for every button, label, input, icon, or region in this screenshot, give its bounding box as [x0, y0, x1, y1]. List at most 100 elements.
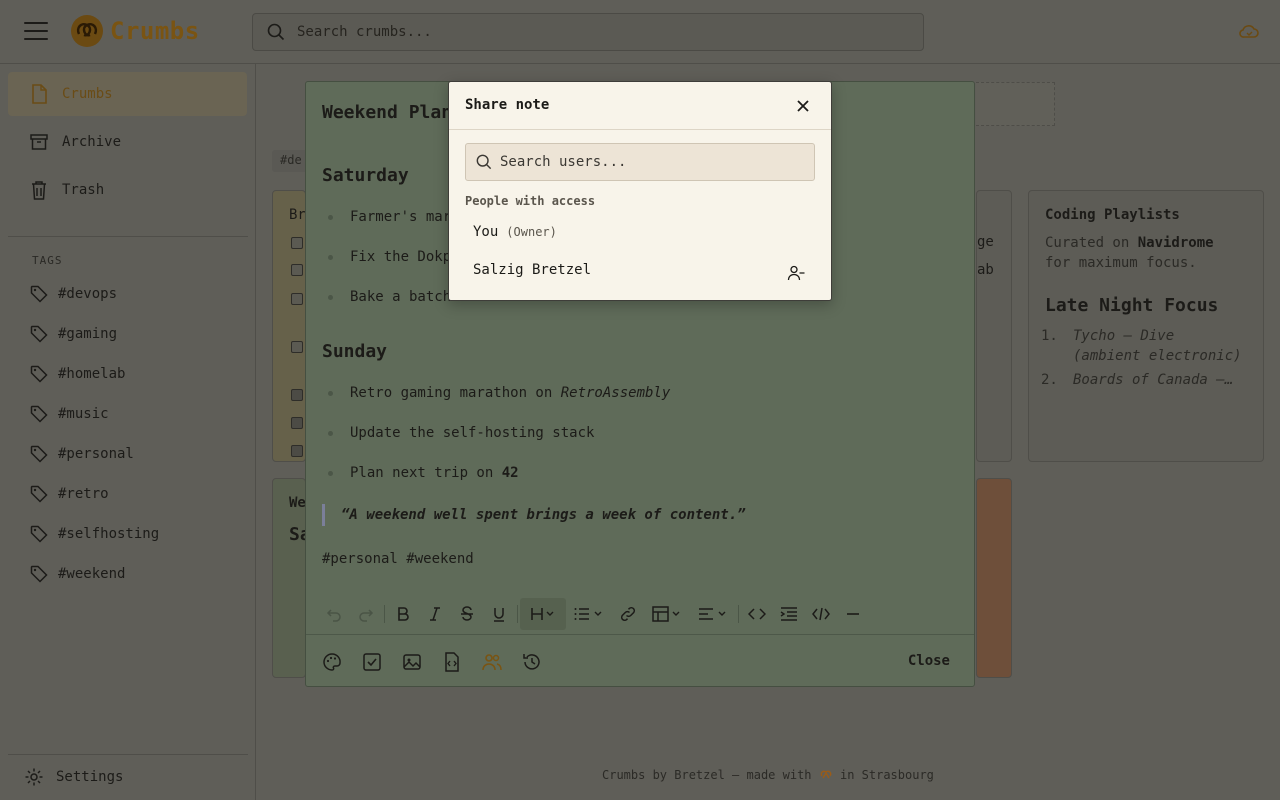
strikethrough-button[interactable]: [451, 598, 483, 630]
checkbox[interactable]: [291, 264, 303, 276]
align-dropdown[interactable]: [690, 598, 736, 630]
undo-button[interactable]: [318, 598, 350, 630]
sidebar-tag-homelab[interactable]: #homelab: [30, 365, 125, 383]
sidebar-tag-devops[interactable]: #devops: [30, 285, 117, 303]
search-input[interactable]: [297, 24, 877, 40]
sidebar-item-trash[interactable]: Trash: [8, 168, 247, 212]
cloud-sync-icon[interactable]: [1238, 22, 1260, 42]
new-note-input[interactable]: [976, 82, 1055, 126]
sidebar-tag-music[interactable]: #music: [30, 405, 109, 423]
sidebar-tag-gaming[interactable]: #gaming: [30, 325, 117, 343]
tag-label: #weekend: [58, 566, 126, 582]
access-section-label: People with access: [465, 194, 596, 208]
checkbox[interactable]: [291, 293, 303, 305]
palette-icon[interactable]: [322, 652, 342, 672]
heading-icon: [531, 608, 554, 620]
sidebar-item-label: Crumbs: [62, 86, 113, 102]
checkbox[interactable]: [291, 389, 303, 401]
user-search-field[interactable]: [465, 143, 815, 181]
note-card[interactable]: ge ab: [976, 190, 1012, 462]
underline-icon: [494, 608, 504, 622]
table-icon: [652, 606, 680, 622]
tag-icon: [30, 365, 48, 383]
checkbox[interactable]: [291, 417, 303, 429]
bold-icon: [398, 607, 409, 621]
sidebar: Crumbs Archive Trash TAGS #devops #gamin…: [0, 64, 256, 800]
note-card[interactable]: We Sa: [272, 478, 306, 678]
list-text: Plan next trip on: [350, 465, 502, 481]
redo-button[interactable]: [350, 598, 382, 630]
blockquote: “A weekend well spent brings a week of c…: [322, 504, 746, 526]
tag-icon: [30, 325, 48, 343]
remove-user-icon[interactable]: [787, 264, 805, 282]
tag-label: #music: [58, 406, 109, 422]
tag-icon: [30, 285, 48, 303]
bold-text: Navidrome: [1137, 235, 1214, 251]
sidebar-tag-selfhosting[interactable]: #selfhosting: [30, 525, 159, 543]
settings-label: Settings: [56, 769, 124, 785]
link-button[interactable]: [612, 598, 644, 630]
gear-icon: [25, 768, 43, 786]
indent-icon: [780, 607, 797, 621]
bold-button[interactable]: [387, 598, 419, 630]
italic-button[interactable]: [419, 598, 451, 630]
sidebar-bottom-divider: [8, 754, 248, 755]
bullet: [328, 254, 333, 260]
tag-label: #retro: [58, 486, 109, 502]
code-icon: [748, 608, 766, 620]
sidebar-tag-retro[interactable]: #retro: [30, 485, 109, 503]
indent-button[interactable]: [773, 598, 805, 630]
menu-icon[interactable]: [24, 22, 48, 42]
close-icon[interactable]: [795, 98, 811, 114]
tag-label: #selfhosting: [58, 526, 160, 542]
settings-button[interactable]: Settings: [24, 767, 123, 787]
user-search-input[interactable]: [500, 154, 800, 170]
tag-filter-chip[interactable]: #de: [272, 150, 308, 172]
horizontal-rule-button[interactable]: [837, 598, 869, 630]
ordered-list: 1. Tycho — Dive (ambient electronic) 2. Bo…: [1041, 326, 1247, 390]
close-editor-button[interactable]: Close: [908, 653, 950, 669]
heading-dropdown[interactable]: [520, 598, 566, 630]
note-tags: #personal #weekend: [322, 551, 474, 567]
history-icon[interactable]: [522, 652, 542, 672]
note-title[interactable]: Weekend Plans: [322, 102, 463, 123]
note-card[interactable]: Br: [272, 190, 306, 462]
checkbox[interactable]: [291, 341, 303, 353]
heading-sunday: Sunday: [322, 341, 388, 362]
sidebar-tag-personal[interactable]: #personal: [30, 445, 134, 463]
note-card-coding-playlists[interactable]: Coding Playlists Curated on Navidrome fo…: [1028, 190, 1264, 462]
tag-icon: [30, 485, 48, 503]
sidebar-item-crumbs[interactable]: Crumbs: [8, 72, 247, 116]
text: Curated on: [1045, 235, 1138, 251]
note-icon: [32, 84, 47, 104]
code-block-button[interactable]: [805, 598, 837, 630]
users-icon[interactable]: [482, 652, 502, 672]
link-icon: [620, 606, 636, 622]
note-card[interactable]: [976, 478, 1012, 678]
underline-button[interactable]: [483, 598, 515, 630]
tag-label: #gaming: [58, 326, 118, 342]
bullet: [328, 214, 333, 220]
table-dropdown[interactable]: [644, 598, 690, 630]
checkbox[interactable]: [291, 445, 303, 457]
list-item: Bake a batch: [322, 289, 451, 305]
heading-saturday: Saturday: [322, 165, 409, 186]
inline-code-button[interactable]: [741, 598, 773, 630]
pretzel-icon: [820, 770, 832, 779]
list-item: Update the self-hosting stack: [322, 425, 594, 441]
person-row: Salzig Bretzel: [473, 262, 591, 278]
sidebar-tag-weekend[interactable]: #weekend: [30, 565, 125, 583]
sidebar-item-label: Archive: [62, 134, 122, 150]
list-item: Plan next trip on 42: [322, 465, 519, 481]
checkbox-icon[interactable]: [362, 652, 382, 672]
checkbox[interactable]: [291, 237, 303, 249]
footer-text: Crumbs by Bretzel — made with: [602, 768, 819, 782]
image-icon[interactable]: [402, 652, 422, 672]
code-file-icon[interactable]: [442, 652, 462, 672]
search-bar[interactable]: [252, 13, 924, 51]
undo-icon: [326, 609, 341, 622]
sidebar-item-archive[interactable]: Archive: [8, 120, 247, 164]
app-logo[interactable]: Crumbs: [70, 14, 200, 48]
note-card-heading: Late Night Focus: [1045, 295, 1219, 316]
list-dropdown[interactable]: [566, 598, 612, 630]
